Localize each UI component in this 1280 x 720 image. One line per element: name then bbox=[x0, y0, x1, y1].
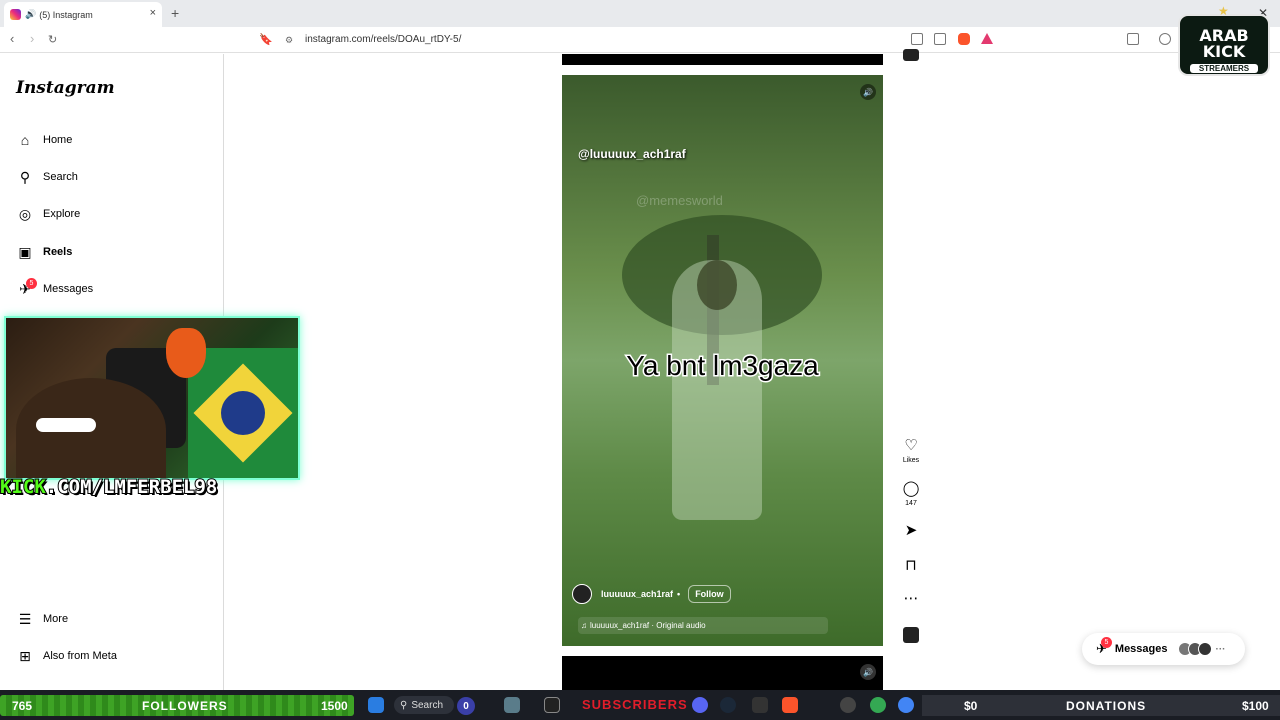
subscribers-label: SUBSCRIBERS bbox=[582, 697, 688, 712]
next-reel-edge[interactable] bbox=[562, 656, 883, 690]
followers-current: 765 bbox=[12, 699, 33, 713]
taskbar-search[interactable]: ⚲ Search bbox=[394, 696, 454, 714]
more-dots-icon: ··· bbox=[1215, 643, 1226, 655]
reel-author: luuuuux_ach1raf • Follow bbox=[572, 584, 731, 604]
sidebar-toggle-icon[interactable] bbox=[1127, 33, 1139, 45]
mask bbox=[166, 328, 206, 378]
donations-current: $0 bbox=[964, 699, 978, 713]
likes-label: Likes bbox=[902, 457, 920, 464]
instagram-favicon-icon bbox=[10, 9, 21, 20]
previous-audio-thumb[interactable] bbox=[903, 49, 919, 61]
comments-count: 147 bbox=[905, 500, 917, 507]
more-options-icon[interactable]: ⋯ bbox=[900, 589, 922, 607]
media-icon[interactable] bbox=[1159, 33, 1171, 45]
menu-icon: ☰ bbox=[18, 610, 32, 627]
previous-reel-edge[interactable] bbox=[562, 54, 883, 65]
url-field[interactable]: instagram.com/reels/DOAu_rtDY-5/ bbox=[305, 34, 461, 45]
follow-button[interactable]: Follow bbox=[688, 585, 731, 603]
meta-icon: ⊞ bbox=[19, 647, 31, 664]
sidebar-item-label: Home bbox=[43, 134, 73, 146]
steam-icon[interactable] bbox=[720, 697, 736, 713]
reel-caption: Ya bnt lm3gaza bbox=[625, 349, 821, 383]
audio-link[interactable]: ♫ luuuuux_ach1raf · Original audio bbox=[578, 617, 828, 634]
sidebar-item-label: Reels bbox=[43, 246, 73, 258]
chrome-icon[interactable] bbox=[870, 697, 886, 713]
donations-goal-bar: $0 DONATIONS $100 bbox=[922, 695, 1280, 716]
epic-games-icon[interactable] bbox=[752, 697, 768, 713]
compass-icon: ◎ bbox=[18, 205, 32, 222]
home-icon: ⌂ bbox=[20, 132, 30, 148]
sidebar-item-label: Messages bbox=[43, 283, 94, 295]
kick-channel-url: KICK.COM/LMFERBEL98 bbox=[0, 475, 218, 499]
followers-goal-bar: 765 FOLLOWERS 1500 bbox=[0, 695, 354, 716]
sidebar-item-search[interactable]: ⚲ Search bbox=[16, 166, 78, 188]
avatar-stack bbox=[1177, 642, 1212, 656]
sidebar-item-explore[interactable]: ◎ Explore bbox=[16, 203, 80, 225]
site-info-icon[interactable]: ⚙ bbox=[285, 35, 293, 46]
close-tab-icon[interactable]: × bbox=[150, 7, 156, 19]
forward-icon[interactable]: › bbox=[30, 31, 34, 46]
sidebar-item-more[interactable]: ☰ More bbox=[16, 608, 68, 630]
speaker-icon[interactable]: 🔊 bbox=[25, 9, 36, 20]
messages-pill-badge: 5 bbox=[1101, 637, 1112, 648]
windows-start-icon[interactable] bbox=[368, 697, 384, 713]
brazil-flag bbox=[188, 348, 298, 478]
new-tab-button[interactable]: + bbox=[171, 5, 179, 21]
donations-goal: $100 bbox=[1242, 699, 1269, 713]
chrome-icon[interactable] bbox=[898, 697, 914, 713]
brave-rewards-icon[interactable] bbox=[981, 33, 993, 44]
followers-goal: 1500 bbox=[321, 699, 348, 713]
messages-label: Messages bbox=[1114, 643, 1168, 655]
music-note-icon: ♫ bbox=[581, 621, 587, 630]
audio-thumbnail[interactable] bbox=[903, 627, 919, 643]
reload-icon[interactable]: ↻ bbox=[48, 33, 57, 46]
star-icon: ★ bbox=[1218, 4, 1229, 18]
author-name[interactable]: luuuuux_ach1raf bbox=[601, 589, 673, 599]
donations-label: DONATIONS bbox=[1066, 699, 1147, 713]
webcam-overlay bbox=[4, 316, 300, 480]
task-view-icon[interactable] bbox=[544, 697, 560, 713]
brave-icon[interactable] bbox=[782, 697, 798, 713]
app-icon[interactable] bbox=[504, 697, 520, 713]
sidebar-item-label: Also from Meta bbox=[43, 650, 117, 662]
comment-icon[interactable]: ◯ bbox=[900, 479, 922, 497]
sidebar-item-label: Search bbox=[43, 171, 78, 183]
sidebar-item-label: Explore bbox=[43, 208, 81, 220]
volume-icon[interactable]: 🔊 bbox=[860, 664, 876, 680]
sidebar-item-home[interactable]: ⌂ Home bbox=[16, 129, 73, 151]
cast-icon[interactable] bbox=[911, 33, 923, 45]
reel-handle-overlay: @luuuuux_ach1raf bbox=[578, 147, 686, 161]
followers-label: FOLLOWERS bbox=[142, 699, 228, 713]
share-icon[interactable] bbox=[934, 33, 946, 45]
share-icon[interactable]: ➤ bbox=[900, 521, 922, 539]
tab-title: (5) Instagram bbox=[39, 9, 93, 20]
sidebar-item-reels[interactable]: ▣ Reels bbox=[16, 241, 72, 263]
arab-kick-streamers-logo: ★ ARAB KICK STREAMERS bbox=[1178, 4, 1270, 76]
browser-tab-bar: 🔊 (5) Instagram × + bbox=[0, 0, 1280, 27]
sidebar-item-label: More bbox=[43, 613, 69, 625]
volume-icon[interactable]: 🔊 bbox=[860, 84, 876, 100]
search-icon: ⚲ bbox=[400, 699, 408, 711]
brave-shield-icon[interactable] bbox=[958, 33, 970, 45]
reels-icon: ▣ bbox=[18, 243, 32, 260]
back-icon[interactable]: ‹ bbox=[10, 31, 14, 46]
save-bookmark-icon[interactable]: ⊓ bbox=[900, 556, 922, 574]
address-bar bbox=[0, 27, 1280, 53]
avatar[interactable] bbox=[572, 584, 592, 604]
messages-badge: 5 bbox=[26, 278, 37, 289]
reel-watermark: @memesworld bbox=[636, 193, 723, 208]
glasses bbox=[36, 418, 96, 432]
obs-icon[interactable] bbox=[840, 697, 856, 713]
notification-count: 0 bbox=[457, 697, 475, 715]
browser-tab[interactable]: 🔊 (5) Instagram × bbox=[4, 2, 162, 27]
search-icon: ⚲ bbox=[19, 168, 31, 185]
sidebar-item-also-from-meta[interactable]: ⊞ Also from Meta bbox=[16, 645, 117, 667]
bookmark-icon[interactable]: 🔖 bbox=[259, 33, 273, 46]
discord-icon[interactable] bbox=[692, 697, 708, 713]
instagram-logo[interactable]: Instagram bbox=[16, 78, 115, 98]
like-heart-icon[interactable]: ♡ bbox=[900, 436, 922, 454]
